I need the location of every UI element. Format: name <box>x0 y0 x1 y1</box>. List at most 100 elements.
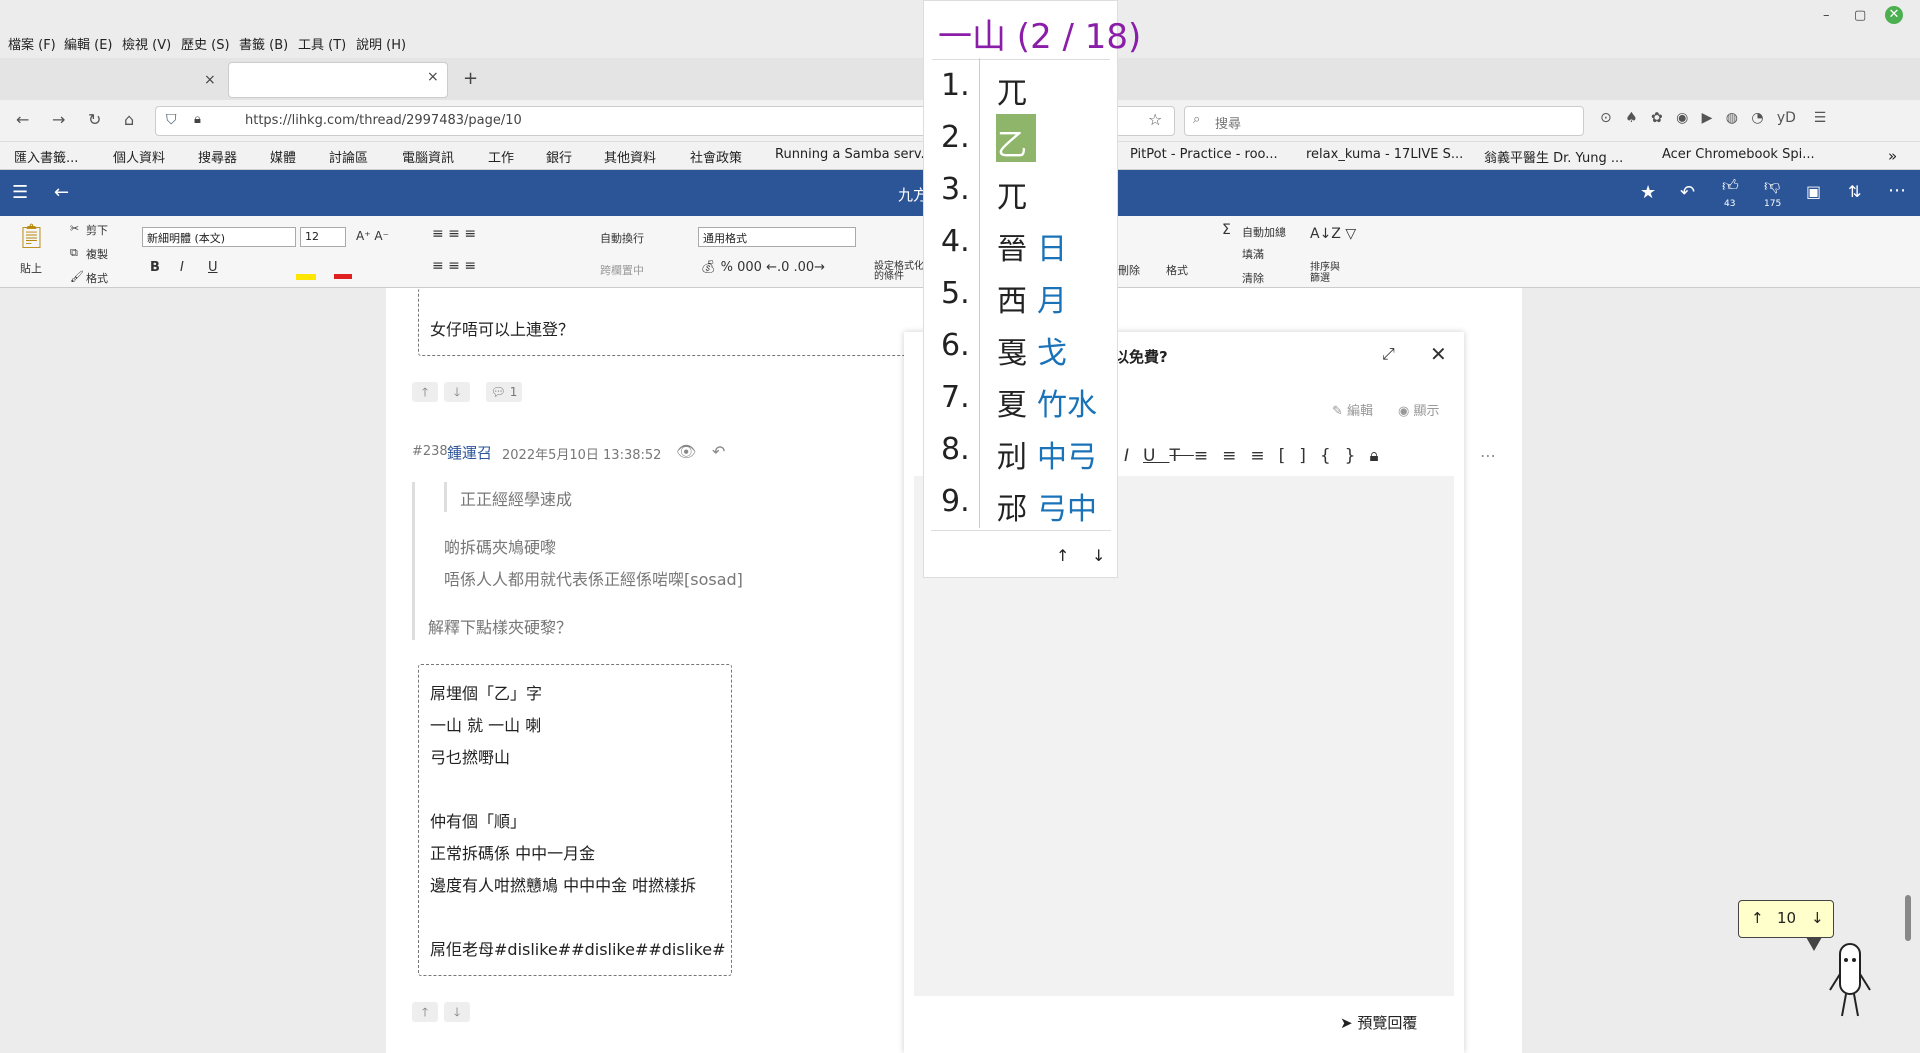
bookmarks-overflow-icon[interactable]: » <box>1888 147 1897 165</box>
align-left-icon[interactable]: ≡ ≡ ≡ <box>432 258 476 274</box>
bookmark-folder[interactable]: 其他資料 <box>604 147 656 166</box>
percent-icon[interactable]: 💰︎ % 000 ←.0 .00→ <box>700 260 825 275</box>
ime-page-down-button[interactable]: ↓ <box>1092 546 1105 565</box>
brush-icon[interactable]: 🖌︎ <box>70 270 84 283</box>
post-number[interactable]: #238 <box>412 444 448 459</box>
menu-history[interactable]: 歷史 (S) <box>181 34 230 53</box>
post-author[interactable]: 鍾運召 <box>447 442 492 463</box>
candidate-char[interactable]: 夏 <box>997 380 1027 424</box>
underline-icon[interactable]: U <box>208 260 218 275</box>
maximize-button[interactable]: ▢ <box>1854 8 1866 23</box>
number-format-select[interactable]: 通用格式 <box>698 227 856 247</box>
candidate-char[interactable]: 西 <box>997 276 1027 320</box>
sort-filter-icon[interactable]: A↓Z ▽ <box>1310 226 1356 242</box>
bookmark-star-icon[interactable]: ☆ <box>1148 110 1162 129</box>
grow-font-icon[interactable]: A⁺ A⁻ <box>356 229 389 243</box>
candidate-char[interactable]: 兀 <box>997 68 1027 112</box>
bookmark-folder[interactable]: 社會政策 <box>690 147 742 166</box>
minimize-button[interactable]: – <box>1823 8 1830 23</box>
editor-toolbar[interactable]: IUT≡≡≡[]{}🔒︎ <box>1124 446 1393 466</box>
lock-icon[interactable]: 🔒︎ <box>194 112 201 127</box>
bookmark-link[interactable]: relax_kuma - 17LIVE S... <box>1306 147 1463 162</box>
autosum-label[interactable]: 自動加總 <box>1242 224 1286 240</box>
reply-arrow-icon[interactable]: ↶ <box>712 442 725 461</box>
url-text[interactable]: https://lihkg.com/thread/2997483/page/10 <box>245 113 522 128</box>
expand-icon[interactable]: ⤢ <box>1382 344 1395 364</box>
sort-icon[interactable]: ⇅ <box>1848 182 1861 201</box>
scrollbar-thumb[interactable] <box>1905 895 1911 941</box>
bookmark-link[interactable]: Running a Samba serv... <box>775 147 933 162</box>
conditional-format-label[interactable]: 設定格式化的條件 <box>874 262 924 282</box>
home-icon[interactable]: ⌂ <box>124 110 134 129</box>
align-top-icon[interactable]: ≡ ≡ ≡ <box>432 226 476 242</box>
bookmark-link[interactable]: 翁義平醫生 Dr. Yung ... <box>1484 147 1623 166</box>
bookmark-import[interactable]: 匯入書籤... <box>14 147 78 166</box>
wrap-text-label[interactable]: 自動換行 <box>600 230 644 246</box>
menu-icon[interactable]: ☰ <box>12 182 28 203</box>
sort-filter-label[interactable]: 排序與篩選 <box>1310 262 1346 284</box>
bookmark-link[interactable]: Acer Chromebook Spi... <box>1662 147 1815 162</box>
font-select[interactable]: 新細明體 (本文) <box>142 227 296 247</box>
delete-label[interactable]: 刪除 <box>1118 262 1140 278</box>
bookmark-folder[interactable]: 銀行 <box>546 147 572 166</box>
star-icon[interactable]: ★ <box>1640 182 1656 203</box>
menu-help[interactable]: 說明 (H) <box>356 34 406 53</box>
reply-count-button[interactable]: 💬︎ 1 <box>486 382 522 402</box>
cut-label[interactable]: 剪下 <box>86 222 108 238</box>
reply-icon[interactable]: ↶ <box>1680 182 1695 203</box>
shield-icon[interactable]: ⛉ <box>166 112 177 128</box>
menu-edit[interactable]: 編輯 (E) <box>64 34 113 53</box>
candidate-char[interactable]: 晉 <box>997 224 1027 268</box>
back-arrow-icon[interactable]: ← <box>54 182 69 203</box>
back-icon[interactable]: ← <box>16 110 29 129</box>
bookmark-folder[interactable]: 媒體 <box>270 147 296 166</box>
font-color-icon[interactable] <box>334 274 352 279</box>
tab-close-icon[interactable]: × <box>204 72 216 88</box>
edit-tab[interactable]: ✎ 編輯 <box>1332 400 1373 419</box>
bold-icon[interactable]: B <box>150 260 160 275</box>
close-icon[interactable]: ✕ <box>1430 342 1447 366</box>
eye-icon[interactable]: 👁︎ <box>676 442 696 461</box>
ime-page-up-button[interactable]: ↑ <box>1056 546 1069 565</box>
new-tab-button[interactable]: + <box>463 68 478 89</box>
bookmark-link[interactable]: PitPot - Practice - roo... <box>1130 147 1278 162</box>
preview-reply-button[interactable]: ➤ 預覽回覆 <box>1340 1012 1417 1033</box>
page-up-button[interactable]: ↑ <box>1751 909 1764 927</box>
upvote-button[interactable]: 🡑 <box>412 382 438 402</box>
font-size-select[interactable]: 12 <box>300 227 346 247</box>
clear-label[interactable]: 清除 <box>1242 270 1264 286</box>
candidate-char[interactable]: 兀 <box>997 172 1027 216</box>
candidate-char[interactable]: 刓 <box>997 432 1027 476</box>
extension-icons[interactable]: ⊙ ♠ ✿ ◉ ▶ ◍ ◔ yD ☰ <box>1600 110 1826 126</box>
close-window-button[interactable]: ✕ <box>1885 6 1903 24</box>
toolbar-more-icon[interactable]: ⋯ <box>1480 446 1496 465</box>
italic-icon[interactable]: I <box>180 260 184 275</box>
copy-icon[interactable]: ⧉ <box>70 246 78 260</box>
candidate-char[interactable]: 邧 <box>997 484 1027 528</box>
thumbs-down-icon[interactable]: 👎︎ <box>1764 176 1780 196</box>
tab-active[interactable]: × <box>228 62 448 98</box>
preview-tab[interactable]: ◉ 顯示 <box>1398 400 1440 419</box>
bookmark-folder[interactable]: 個人資料 <box>113 147 165 166</box>
cut-icon[interactable]: ✂ <box>70 222 79 235</box>
downvote-button[interactable]: 🡓 <box>444 1002 470 1022</box>
search-input[interactable]: ⌕ 搜尋 <box>1184 106 1584 136</box>
tab-close-icon[interactable]: × <box>427 69 439 85</box>
more-icon[interactable]: ⋯ <box>1888 180 1906 201</box>
merge-center-label[interactable]: 跨欄置中 <box>600 262 644 278</box>
paste-icon[interactable]: 📋︎ <box>16 222 46 250</box>
image-icon[interactable]: ▣ <box>1806 182 1821 201</box>
reload-icon[interactable]: ↻ <box>88 110 101 129</box>
thumbs-up-icon[interactable]: 👍︎ <box>1722 176 1739 196</box>
copy-label[interactable]: 複製 <box>86 246 108 262</box>
bookmark-folder[interactable]: 電腦資訊 <box>402 147 454 166</box>
bookmark-folder[interactable]: 搜尋器 <box>198 147 237 166</box>
candidate-char-selected[interactable]: 乙 <box>997 120 1027 164</box>
format-label[interactable]: 格式 <box>1166 262 1188 278</box>
bookmark-folder[interactable]: 工作 <box>488 147 514 166</box>
menu-file[interactable]: 檔案 (F) <box>8 34 56 53</box>
format-painter-label[interactable]: 格式 <box>86 270 108 286</box>
candidate-char[interactable]: 戛 <box>997 328 1027 372</box>
forward-icon[interactable]: → <box>52 110 65 129</box>
menu-view[interactable]: 檢視 (V) <box>122 34 171 53</box>
